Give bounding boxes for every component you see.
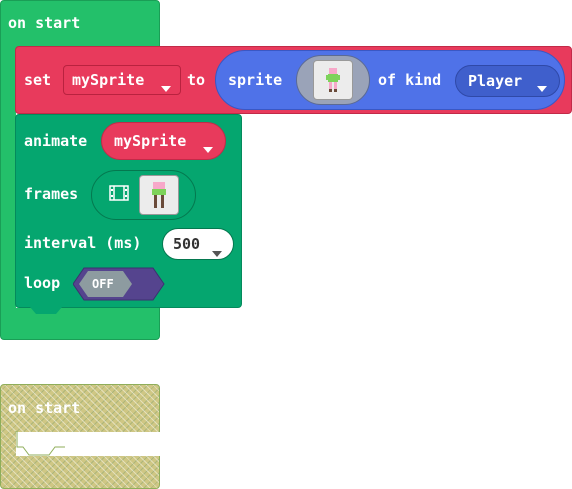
- animate-variable-dropdown[interactable]: mySprite: [101, 122, 226, 160]
- character-icon: [326, 68, 340, 92]
- loop-state: OFF: [92, 277, 114, 291]
- kind-value: Player: [468, 72, 523, 90]
- block-notch-slot: [15, 431, 65, 456]
- interval-value: 500: [173, 235, 201, 253]
- chevron-down-icon: [212, 242, 222, 261]
- loop-keyword: loop: [24, 274, 61, 292]
- animate-variable-value: mySprite: [114, 132, 187, 150]
- chevron-down-icon: [161, 78, 171, 97]
- on-start-block-disabled[interactable]: on start: [0, 384, 161, 489]
- to-keyword: to: [187, 71, 206, 89]
- loop-toggle[interactable]: OFF: [72, 267, 166, 301]
- interval-dropdown[interactable]: 500: [162, 228, 234, 260]
- on-start-label: on start: [8, 399, 81, 417]
- chevron-down-icon: [203, 139, 213, 158]
- animate-keyword: animate: [24, 132, 88, 150]
- of-kind-keyword: of kind: [378, 71, 442, 89]
- character-icon: [152, 182, 166, 208]
- set-keyword: set: [24, 71, 52, 89]
- on-start-label: on start: [8, 14, 81, 32]
- block-notch: [30, 307, 62, 314]
- frames-keyword: frames: [24, 185, 79, 203]
- chevron-down-icon: [537, 78, 547, 97]
- toggle-track: [72, 267, 165, 301]
- interval-keyword: interval (ms): [24, 234, 142, 252]
- film-icon: [109, 185, 129, 201]
- frame-thumbnail[interactable]: [139, 175, 179, 215]
- set-variable-value: mySprite: [72, 71, 145, 89]
- kind-dropdown[interactable]: Player: [455, 65, 560, 97]
- sprite-thumbnail[interactable]: [313, 60, 353, 100]
- set-variable-dropdown[interactable]: mySprite: [63, 65, 181, 95]
- sprite-keyword: sprite: [228, 71, 283, 89]
